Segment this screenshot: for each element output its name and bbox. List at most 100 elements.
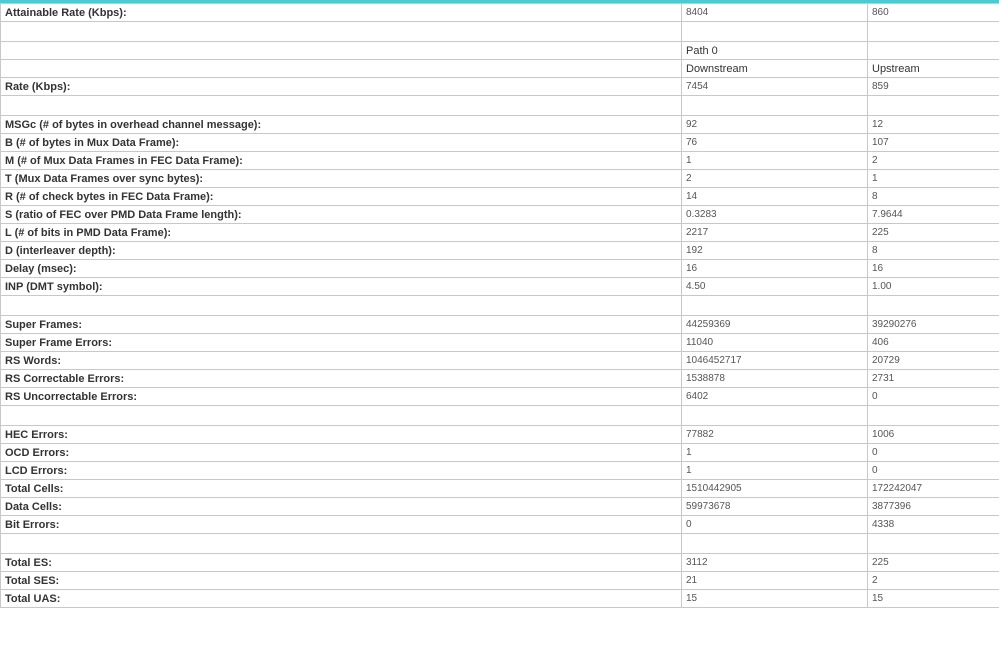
table-row: Data Cells: 59973678 3877396 [0,497,999,516]
downstream-value: 77882 [681,425,868,444]
row-label-attainable-rate: Attainable Rate (Kbps): [0,3,682,22]
row-label-rs-correctable: RS Correctable Errors: [0,369,682,388]
upstream-value: 859 [867,77,999,96]
upstream-value: 8 [867,187,999,206]
table-row: HEC Errors: 77882 1006 [0,425,999,444]
upstream-value: 1 [867,169,999,188]
upstream-value: 225 [867,553,999,572]
upstream-value: 2 [867,151,999,170]
upstream-value: 225 [867,223,999,242]
downstream-value: 59973678 [681,497,868,516]
spacer-cell [0,533,682,554]
table-row: Total ES: 3112 225 [0,553,999,572]
empty-header-cell [0,59,682,78]
upstream-value: 4338 [867,515,999,534]
table-row: RS Words: 1046452717 20729 [0,351,999,370]
spacer-cell [0,95,682,116]
downstream-value: 3112 [681,553,868,572]
downstream-value: 4.50 [681,277,868,296]
row-label-total-cells: Total Cells: [0,479,682,498]
row-label-s: S (ratio of FEC over PMD Data Frame leng… [0,205,682,224]
table-row: OCD Errors: 1 0 [0,443,999,462]
row-label-ocd-errors: OCD Errors: [0,443,682,462]
row-label-rs-uncorrectable: RS Uncorrectable Errors: [0,387,682,406]
spacer-row [0,533,999,554]
spacer-cell [867,295,999,316]
table-row: Bit Errors: 0 4338 [0,515,999,534]
upstream-value: 1.00 [867,277,999,296]
downstream-value: 11040 [681,333,868,352]
downstream-value: 92 [681,115,868,134]
row-label-total-es: Total ES: [0,553,682,572]
row-label-inp: INP (DMT symbol): [0,277,682,296]
spacer-row [0,295,999,316]
row-label-super-frame-errors: Super Frame Errors: [0,333,682,352]
path-header-row: Path 0 [0,41,999,60]
spacer-cell [0,21,682,42]
spacer-row [0,21,999,42]
spacer-cell [681,405,868,426]
empty-header-cell [867,41,999,60]
table-row: Total UAS: 15 15 [0,589,999,608]
spacer-cell [867,533,999,554]
table-row: Super Frame Errors: 11040 406 [0,333,999,352]
spacer-cell [681,95,868,116]
upstream-value: 39290276 [867,315,999,334]
row-label-delay: Delay (msec): [0,259,682,278]
downstream-value: 7454 [681,77,868,96]
table-row: Total SES: 21 2 [0,571,999,590]
table-row: T (Mux Data Frames over sync bytes): 2 1 [0,169,999,188]
spacer-cell [681,533,868,554]
upstream-value: 2 [867,571,999,590]
upstream-value: 20729 [867,351,999,370]
row-label-b: B (# of bytes in Mux Data Frame): [0,133,682,152]
downstream-value: 1 [681,443,868,462]
table-row: INP (DMT symbol): 4.50 1.00 [0,277,999,296]
row-label-t: T (Mux Data Frames over sync bytes): [0,169,682,188]
upstream-value: 172242047 [867,479,999,498]
upstream-value: 15 [867,589,999,608]
row-label-l: L (# of bits in PMD Data Frame): [0,223,682,242]
downstream-header: Downstream [681,59,868,78]
table-row: B (# of bytes in Mux Data Frame): 76 107 [0,133,999,152]
downstream-value: 44259369 [681,315,868,334]
spacer-cell [867,95,999,116]
table-row: Total Cells: 1510442905 172242047 [0,479,999,498]
downstream-value: 14 [681,187,868,206]
spacer-cell [867,405,999,426]
upstream-value: 2731 [867,369,999,388]
downstream-value: 21 [681,571,868,590]
row-label-msgc: MSGc (# of bytes in overhead channel mes… [0,115,682,134]
downstream-value: 6402 [681,387,868,406]
upstream-value: 406 [867,333,999,352]
spacer-cell [681,295,868,316]
row-label-r: R (# of check bytes in FEC Data Frame): [0,187,682,206]
table-row: RS Correctable Errors: 1538878 2731 [0,369,999,388]
upstream-value: 107 [867,133,999,152]
downstream-value: 1046452717 [681,351,868,370]
spacer-row [0,95,999,116]
upstream-value: 16 [867,259,999,278]
row-label-super-frames: Super Frames: [0,315,682,334]
spacer-cell [0,295,682,316]
table-row: R (# of check bytes in FEC Data Frame): … [0,187,999,206]
table-row: M (# of Mux Data Frames in FEC Data Fram… [0,151,999,170]
adsl-statistics-table: Attainable Rate (Kbps): 8404 860 Path 0 … [0,3,999,608]
table-row: Attainable Rate (Kbps): 8404 860 [0,3,999,22]
downstream-value: 1538878 [681,369,868,388]
direction-header-row: Downstream Upstream [0,59,999,78]
path-header: Path 0 [681,41,868,60]
downstream-value: 2217 [681,223,868,242]
downstream-value: 15 [681,589,868,608]
downstream-value: 16 [681,259,868,278]
row-label-rate: Rate (Kbps): [0,77,682,96]
upstream-value: 0 [867,461,999,480]
empty-header-cell [0,41,682,60]
upstream-value: 1006 [867,425,999,444]
upstream-value: 8 [867,241,999,260]
downstream-value: 0.3283 [681,205,868,224]
upstream-value: 860 [867,3,999,22]
spacer-cell [681,21,868,42]
upstream-value: 0 [867,387,999,406]
table-row: LCD Errors: 1 0 [0,461,999,480]
